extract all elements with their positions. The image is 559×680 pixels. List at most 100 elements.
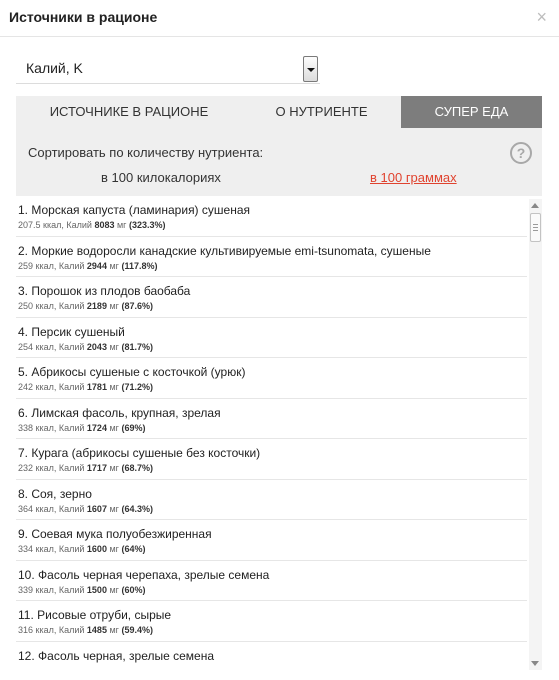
close-icon[interactable]: × [536, 8, 547, 26]
food-list: 1. Морская капуста (ламинария) сушеная 20… [16, 196, 527, 671]
item-percent: (64%) [121, 544, 146, 554]
grip-line [533, 230, 538, 231]
item-amount: 1600 [86, 544, 107, 554]
item-percent: (60%) [121, 584, 146, 595]
item-name: 12. Фасоль черная, зрелые семена [18, 648, 214, 663]
item-info: 242 ккал, Калий 1781 мг (71.2%) [18, 382, 527, 392]
item-amount: 2944 [86, 260, 107, 271]
dropdown-button[interactable] [303, 56, 318, 82]
item-kcal: 364 ккал, Калий [18, 503, 85, 514]
item-kcal: 254 ккал, Калий [18, 341, 85, 352]
nutrient-select-value: Калий, K [26, 60, 83, 76]
item-name: 10. Фасоль черная черепаха, зрелые семен… [18, 567, 270, 582]
list-item[interactable]: 6. Лимская фасоль, крупная, зрелая 338 кк… [16, 399, 527, 439]
item-kcal: 316 ккал, Калий [18, 625, 85, 635]
item-name: 5. Абрикосы сушеные с косточкой (урюк) [18, 365, 246, 379]
item-unit: мг [109, 341, 119, 352]
list-item[interactable]: 3. Порошок из плодов баобаба 250 ккал, Ка… [16, 277, 527, 318]
item-name: 6. Лимская фасоль, крупная, зрелая [18, 405, 221, 420]
grip-line [533, 224, 538, 225]
item-percent: (71.2%) [121, 382, 153, 392]
item-unit: мг [109, 625, 119, 635]
item-name: 3. Порошок из плодов баобаба [18, 284, 191, 298]
list-item[interactable]: 4. Персик сушеный 254 ккал, Калий 2043 мг… [16, 318, 527, 358]
list-item[interactable]: 12. Фасоль черная, зрелые семена [16, 642, 527, 672]
item-info: 250 ккал, Калий 2189 мг (87.6%) [18, 301, 527, 311]
item-info: 339 ккал, Калий 1500 мг (60%) [18, 585, 527, 595]
tab-sources[interactable]: ИСТОЧНИКЕ В РАЦИОНЕ [16, 96, 242, 128]
item-unit: мг [116, 220, 127, 230]
item-amount: 1717 [86, 463, 107, 473]
scroll-up-icon[interactable] [531, 203, 539, 208]
sort-per-kcal[interactable]: в 100 килокалориях [101, 170, 221, 185]
dialog-header: Источники в рационе × [0, 0, 559, 37]
item-info: 232 ккал, Калий 1717 мг (68.7%) [18, 463, 527, 473]
list-item[interactable]: 1. Морская капуста (ламинария) сушеная 20… [16, 196, 527, 237]
item-info: 338 ккал, Калий 1724 мг (69%) [18, 423, 527, 433]
list-item[interactable]: 7. Курага (абрикосы сушеные без косточки… [16, 439, 527, 480]
item-unit: мг [109, 422, 119, 433]
item-kcal: 259 ккал, Калий [18, 260, 85, 271]
sort-panel: Сортировать по количеству нутриента: в 1… [16, 128, 542, 196]
item-amount: 1724 [86, 422, 107, 433]
item-percent: (87.6%) [121, 301, 153, 311]
item-amount: 1500 [86, 584, 107, 595]
item-amount: 1781 [86, 382, 107, 392]
item-percent: (68.7%) [121, 463, 153, 473]
item-name: 11. Рисовые отруби, сырые [18, 608, 172, 622]
item-info: 316 ккал, Калий 1485 мг (59.4%) [18, 625, 527, 635]
item-kcal: 334 ккал, Калий [18, 544, 85, 554]
list-item[interactable]: 11. Рисовые отруби, сырые 316 ккал, Калий… [16, 601, 527, 642]
list-item[interactable]: 9. Соевая мука полуобезжиренная 334 ккал,… [16, 520, 527, 561]
item-unit: мг [109, 463, 119, 473]
nutrient-select[interactable]: Калий, K [16, 51, 320, 84]
item-info: 259 ккал, Калий 2944 мг (117.8%) [18, 261, 527, 271]
tab-bar: ИСТОЧНИКЕ В РАЦИОНЕ О НУТРИЕНТЕ СУПЕР ЕД… [16, 96, 542, 128]
item-unit: мг [109, 301, 119, 311]
item-unit: мг [109, 584, 119, 595]
item-info: 364 ккал, Калий 1607 мг (64.3%) [18, 504, 527, 514]
tab-about-nutrient[interactable]: О НУТРИЕНТЕ [242, 96, 401, 128]
item-percent: (59.4%) [121, 625, 153, 635]
item-kcal: 207.5 ккал, Калий [18, 220, 92, 230]
item-unit: мг [109, 544, 119, 554]
item-kcal: 339 ккал, Калий [18, 584, 85, 595]
scrollbar[interactable] [529, 199, 542, 670]
tab-super-food[interactable]: СУПЕР ЕДА [401, 96, 542, 128]
item-unit: мг [109, 260, 119, 271]
item-percent: (81.7%) [121, 341, 153, 352]
food-list-container: 1. Морская капуста (ламинария) сушеная 20… [16, 196, 542, 671]
dialog-title: Источники в рационе [9, 9, 158, 25]
item-info: 254 ккал, Калий 2043 мг (81.7%) [18, 342, 527, 352]
grip-line [533, 227, 538, 228]
item-amount: 1485 [86, 625, 107, 635]
list-item[interactable]: 2. Моркие водоросли канадские культивиру… [16, 237, 527, 277]
item-kcal: 250 ккал, Калий [18, 301, 85, 311]
item-name: 9. Соевая мука полуобезжиренная [18, 527, 212, 541]
item-name: 4. Персик сушеный [18, 324, 125, 339]
item-amount: 1607 [86, 503, 107, 514]
sort-per-grams-link[interactable]: в 100 граммах [370, 170, 457, 185]
list-item[interactable]: 10. Фасоль черная черепаха, зрелые семен… [16, 561, 527, 601]
list-item[interactable]: 8. Соя, зерно 364 ккал, Калий 1607 мг (64… [16, 480, 527, 520]
item-amount: 8083 [94, 220, 115, 230]
item-percent: (117.8%) [121, 260, 158, 271]
scroll-thumb[interactable] [530, 213, 541, 242]
item-amount: 2043 [86, 341, 107, 352]
item-percent: (323.3%) [128, 220, 166, 230]
item-kcal: 242 ккал, Калий [18, 382, 85, 392]
item-percent: (69%) [121, 422, 146, 433]
item-amount: 2189 [86, 301, 107, 311]
item-info: 207.5 ккал, Калий 8083 мг (323.3%) [18, 220, 527, 230]
item-info: 334 ккал, Калий 1600 мг (64%) [18, 544, 527, 554]
item-kcal: 232 ккал, Калий [18, 463, 85, 473]
help-icon[interactable]: ? [510, 142, 532, 164]
item-name: 7. Курага (абрикосы сушеные без косточки… [18, 446, 261, 460]
item-percent: (64.3%) [121, 503, 153, 514]
item-unit: мг [109, 503, 119, 514]
scroll-down-icon[interactable] [531, 661, 539, 666]
item-name: 2. Моркие водоросли канадские культивиру… [18, 243, 431, 258]
item-name: 8. Соя, зерно [18, 486, 92, 501]
item-unit: мг [109, 382, 119, 392]
list-item[interactable]: 5. Абрикосы сушеные с косточкой (урюк) 24… [16, 358, 527, 399]
